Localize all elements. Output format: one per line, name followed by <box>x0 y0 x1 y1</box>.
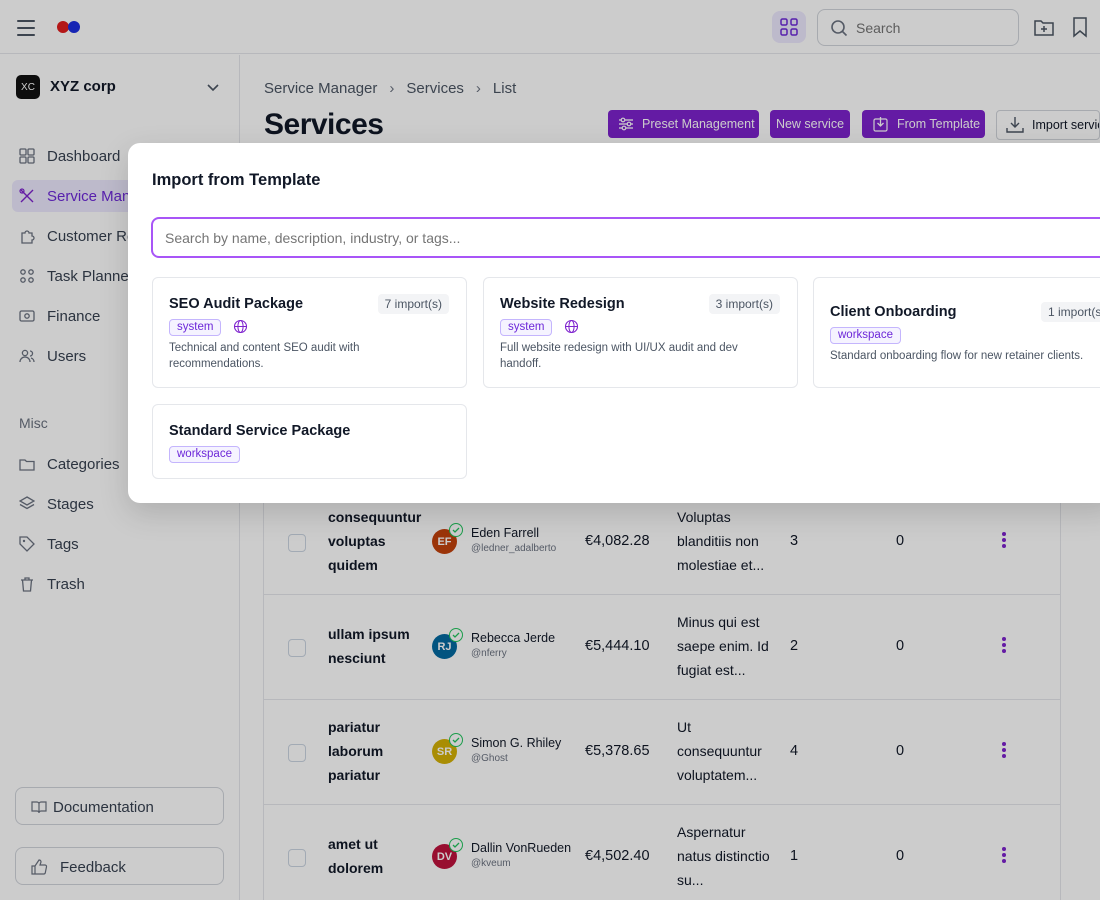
globe-icon <box>233 319 248 334</box>
import-count-badge: 7 import(s) <box>377 294 449 314</box>
modal-title: Import from Template <box>152 171 321 189</box>
template-description: Standard onboarding flow for new retaine… <box>830 350 1084 362</box>
template-title: Client Onboarding <box>830 304 957 320</box>
template-description: Full website redesign with UI/UX audit a… <box>500 342 738 370</box>
import-count-badge: 3 import(s) <box>708 294 780 314</box>
template-card[interactable]: Standard Service Package workspace <box>152 404 467 479</box>
import-template-modal: Import from Template SEO Audit Package 7… <box>128 143 1100 503</box>
template-tag: workspace <box>830 327 901 344</box>
template-card[interactable]: Website Redesign 3 import(s) system Full… <box>483 277 798 388</box>
template-title: SEO Audit Package <box>169 296 304 312</box>
template-tag: system <box>169 319 222 336</box>
globe-icon <box>564 319 579 334</box>
template-search-input[interactable] <box>165 229 1065 247</box>
template-description: Technical and content SEO audit with rec… <box>169 342 360 370</box>
template-title: Standard Service Package <box>169 423 351 439</box>
template-card[interactable]: SEO Audit Package 7 import(s) system Tec… <box>152 277 467 388</box>
import-count-badge: 1 import(s) <box>1041 302 1100 322</box>
template-search[interactable] <box>151 217 1100 258</box>
template-tag: workspace <box>169 446 240 463</box>
template-card[interactable]: Client Onboarding 1 import(s) workspace … <box>813 277 1100 388</box>
template-title: Website Redesign <box>500 296 625 312</box>
template-tag: system <box>500 319 553 336</box>
